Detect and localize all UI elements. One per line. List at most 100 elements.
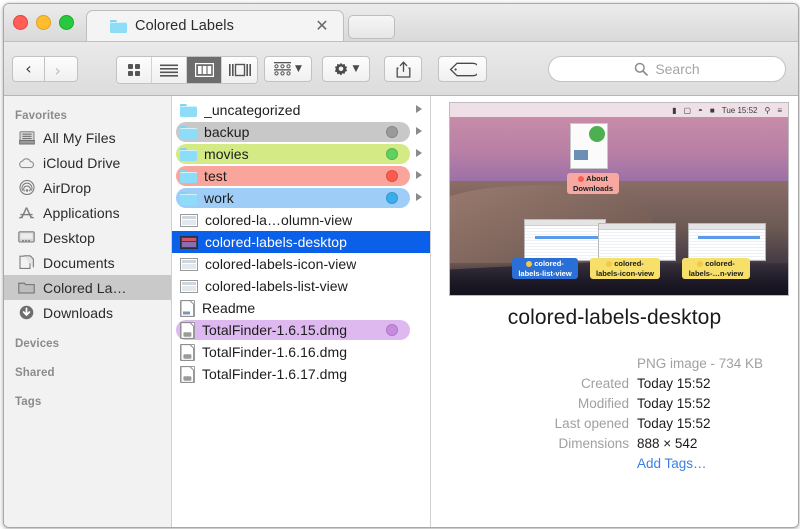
table-row[interactable]: test (172, 165, 430, 187)
table-row[interactable]: _uncategorized (172, 99, 430, 121)
action-menu-button[interactable]: ▼ (322, 56, 370, 82)
folder-icon (110, 20, 127, 33)
chevron-left-icon: ‹ (25, 61, 31, 77)
table-row[interactable]: TotalFinder-1.6.16.dmg (172, 341, 430, 363)
metadata-row: Add Tags… (431, 456, 782, 471)
search-icon (634, 62, 648, 76)
desktop-label-line1: colored- (534, 259, 564, 268)
arrange-button[interactable]: ▼ (264, 56, 312, 82)
sidebar-header-favorites: Favorites (4, 106, 171, 125)
table-row[interactable]: TotalFinder-1.6.17.dmg (172, 363, 430, 385)
sidebar-item-label: Desktop (43, 230, 95, 246)
file-name: colored-labels-icon-view (205, 256, 356, 272)
desktop-window-column-view (688, 223, 766, 261)
content-area: Favorites All My Files (4, 96, 798, 528)
folder-icon (180, 104, 197, 117)
disclosure-arrow-icon[interactable] (416, 171, 422, 179)
disclosure-arrow-icon[interactable] (416, 105, 422, 113)
metadata-row: Created Today 15:52 (431, 376, 782, 391)
desktop-label-line2: Downloads (573, 184, 613, 193)
search-input[interactable]: Search (548, 56, 786, 82)
preview-metadata: PNG image - 734 KB Created Today 15:52 M… (431, 356, 782, 476)
sidebar-item-desktop[interactable]: Desktop (4, 225, 171, 250)
battery-icon: ■ (710, 106, 715, 115)
disclosure-arrow-icon[interactable] (416, 127, 422, 135)
metadata-key (477, 456, 637, 471)
sidebar-item-applications[interactable]: Applications (4, 200, 171, 225)
column-view-button[interactable] (187, 57, 222, 83)
sidebar-item-colored-labels[interactable]: Colored La… (4, 275, 171, 300)
table-row[interactable]: TotalFinder-1.6.15.dmg (172, 319, 430, 341)
file-name: TotalFinder-1.6.16.dmg (202, 344, 347, 360)
metadata-key (477, 356, 637, 371)
file-name: colored-labels-desktop (205, 234, 347, 250)
file-list-column[interactable]: _uncategorized backup movies tes (172, 96, 431, 528)
table-row[interactable]: backup (172, 121, 430, 143)
table-row[interactable]: work (172, 187, 430, 209)
minimize-window-button[interactable] (36, 15, 51, 30)
share-icon (396, 61, 411, 78)
file-name: backup (204, 124, 249, 140)
forward-button[interactable]: › (45, 56, 78, 82)
desktop-label-icon-view: colored- labels-icon-view (590, 258, 660, 279)
sidebar-item-downloads[interactable]: Downloads (4, 300, 171, 325)
columns-icon (195, 63, 214, 77)
tag-dot (386, 148, 398, 160)
add-tags-link[interactable]: Add Tags… (637, 456, 782, 471)
desktop-label-line1: colored- (705, 259, 735, 268)
sidebar-item-label: Documents (43, 255, 115, 271)
share-button[interactable] (384, 56, 422, 82)
sidebar-item-documents[interactable]: Documents (4, 250, 171, 275)
search-icon: ⚲ (764, 106, 770, 115)
gallery-view-button[interactable] (222, 57, 257, 83)
disclosure-arrow-icon[interactable] (416, 149, 422, 157)
desktop-label-line1: About (586, 174, 608, 183)
tag-dot (386, 324, 398, 336)
table-row[interactable]: movies (172, 143, 430, 165)
sidebar-item-all-my-files[interactable]: All My Files (4, 125, 171, 150)
tag-dot (697, 261, 703, 267)
sidebar-item-icloud-drive[interactable]: iCloud Drive (4, 150, 171, 175)
metadata-value: Today 15:52 (637, 376, 782, 391)
tab-colored-labels[interactable]: Colored Labels ✕ (86, 10, 344, 41)
close-icon[interactable]: ✕ (314, 18, 330, 34)
zoom-window-button[interactable] (59, 15, 74, 30)
tag-dot (386, 126, 398, 138)
preview-thumbnail: ▮ ▢ ◓ ■ Tue 15:52 ⚲ ≡ About Downloads (449, 102, 789, 296)
list-icon (160, 64, 178, 77)
edit-tags-button[interactable] (438, 56, 487, 82)
table-row[interactable]: colored-labels-list-view (172, 275, 430, 297)
file-name: TotalFinder-1.6.17.dmg (202, 366, 347, 382)
screenshot-icon (180, 236, 198, 249)
documents-icon (18, 255, 35, 270)
table-row[interactable]: colored-la…olumn-view (172, 209, 430, 231)
table-row[interactable]: colored-labels-desktop (172, 231, 430, 253)
folder-icon (180, 126, 197, 139)
sidebar-item-label: Applications (43, 205, 120, 221)
tab-title: Colored Labels (135, 18, 234, 34)
metadata-row: Last opened Today 15:52 (431, 416, 782, 431)
back-button[interactable]: ‹ (12, 56, 45, 82)
metadata-value: PNG image - 734 KB (637, 356, 782, 371)
list-view-button[interactable] (152, 57, 187, 83)
new-tab-button[interactable] (348, 15, 395, 39)
toolbar: ‹ › (4, 42, 798, 96)
disk-image-icon (180, 366, 195, 383)
metadata-row: Modified Today 15:52 (431, 396, 782, 411)
desktop-label-line2: labels-list-view (518, 269, 571, 278)
tag-dot (386, 170, 398, 182)
preview-pane: ▮ ▢ ◓ ■ Tue 15:52 ⚲ ≡ About Downloads (431, 96, 798, 528)
close-window-button[interactable] (13, 15, 28, 30)
table-row[interactable]: Readme (172, 297, 430, 319)
tag-icon (449, 62, 477, 77)
sidebar-header-tags: Tags (4, 392, 171, 411)
sidebar-item-airdrop[interactable]: AirDrop (4, 175, 171, 200)
tag-dot (386, 192, 398, 204)
chevron-down-icon: ▼ (353, 64, 360, 74)
folder-icon (180, 192, 197, 205)
file-name: _uncategorized (204, 102, 300, 118)
table-row[interactable]: colored-labels-icon-view (172, 253, 430, 275)
icon-view-button[interactable] (117, 57, 152, 83)
disclosure-arrow-icon[interactable] (416, 193, 422, 201)
file-name: colored-la…olumn-view (205, 212, 352, 228)
